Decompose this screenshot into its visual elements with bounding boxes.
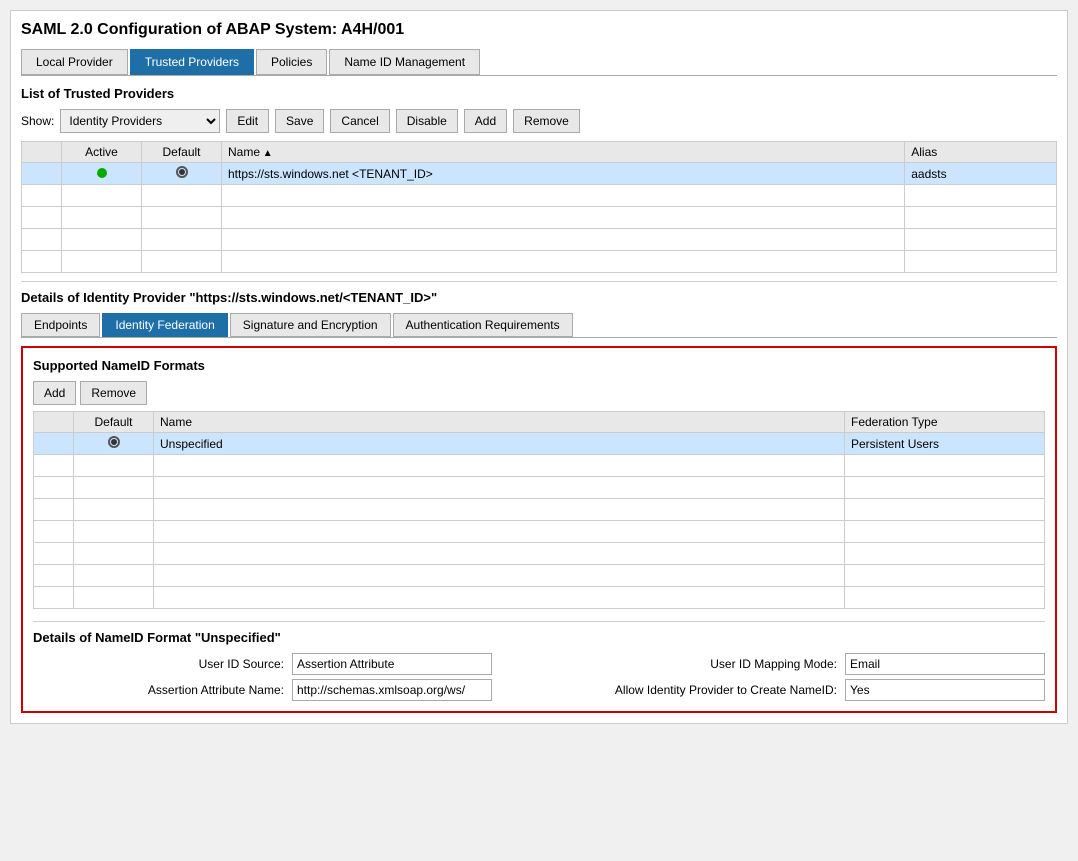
tab-authentication-requirements[interactable]: Authentication Requirements [393, 313, 573, 337]
remove-button[interactable]: Remove [513, 109, 580, 133]
th-default: Default [142, 142, 222, 163]
tab-name-id-management[interactable]: Name ID Management [329, 49, 480, 75]
table-row-empty-4 [22, 251, 1057, 273]
page-title: SAML 2.0 Configuration of ABAP System: A… [21, 21, 1057, 39]
nameid-add-button[interactable]: Add [33, 381, 76, 405]
trusted-providers-table: Active Default Name Alias https://sts.wi… [21, 141, 1057, 273]
nameid-default-radio [108, 436, 120, 448]
default-radio [176, 166, 188, 178]
th-active: Active [62, 142, 142, 163]
add-button[interactable]: Add [464, 109, 507, 133]
tab-endpoints[interactable]: Endpoints [21, 313, 100, 337]
user-id-mapping-mode-label: User ID Mapping Mode: [500, 657, 837, 671]
assertion-attribute-name-label: Assertion Attribute Name: [33, 683, 284, 697]
user-id-mapping-mode-input[interactable] [845, 653, 1045, 675]
allow-create-label: Allow Identity Provider to Create NameID… [500, 683, 837, 697]
trusted-providers-toolbar: Show: Identity Providers Edit Save Cance… [21, 109, 1057, 133]
row-selector [22, 163, 62, 185]
nth-federation-type: Federation Type [845, 412, 1045, 433]
nth-default: Default [74, 412, 154, 433]
nameid-empty-7 [34, 587, 1045, 609]
identity-provider-detail-title: Details of Identity Provider "https://st… [21, 290, 1057, 305]
row-alias: aadsts [905, 163, 1057, 185]
cancel-button[interactable]: Cancel [330, 109, 389, 133]
top-tab-bar: Local Provider Trusted Providers Policie… [21, 49, 1057, 76]
nameid-row-name: Unspecified [154, 433, 845, 455]
row-name: https://sts.windows.net <TENANT_ID> [222, 163, 905, 185]
nameid-row-federation-type: Persistent Users [845, 433, 1045, 455]
table-row[interactable]: https://sts.windows.net <TENANT_ID> aads… [22, 163, 1057, 185]
row-active [62, 163, 142, 185]
tab-trusted-providers[interactable]: Trusted Providers [130, 49, 254, 75]
active-dot [97, 168, 107, 178]
nameid-format-form: User ID Source: User ID Mapping Mode: As… [33, 653, 1045, 701]
table-row-empty-3 [22, 229, 1057, 251]
nameid-table: Default Name Federation Type Unspecified… [33, 411, 1045, 609]
detail-tab-bar: Endpoints Identity Federation Signature … [21, 313, 1057, 338]
nameid-toolbar: Add Remove [33, 381, 1045, 405]
nameid-empty-6 [34, 565, 1045, 587]
save-button[interactable]: Save [275, 109, 324, 133]
trusted-providers-section: List of Trusted Providers Show: Identity… [21, 86, 1057, 273]
assertion-attribute-name-input[interactable] [292, 679, 492, 701]
identity-provider-detail: Details of Identity Provider "https://st… [21, 290, 1057, 713]
table-row-empty-2 [22, 207, 1057, 229]
table-row-empty-1 [22, 185, 1057, 207]
nameid-row-selector [34, 433, 74, 455]
disable-button[interactable]: Disable [396, 109, 458, 133]
show-label: Show: [21, 114, 54, 128]
tab-local-provider[interactable]: Local Provider [21, 49, 128, 75]
trusted-providers-title: List of Trusted Providers [21, 86, 1057, 101]
show-dropdown[interactable]: Identity Providers [60, 109, 220, 133]
nameid-empty-4 [34, 521, 1045, 543]
nameid-section-title: Supported NameID Formats [33, 358, 1045, 373]
nameid-table-row[interactable]: Unspecified Persistent Users [34, 433, 1045, 455]
nameid-empty-2 [34, 477, 1045, 499]
tab-signature-encryption[interactable]: Signature and Encryption [230, 313, 391, 337]
nameid-empty-5 [34, 543, 1045, 565]
nth-selector [34, 412, 74, 433]
th-alias: Alias [905, 142, 1057, 163]
edit-button[interactable]: Edit [226, 109, 269, 133]
user-id-source-label: User ID Source: [33, 657, 284, 671]
tab-policies[interactable]: Policies [256, 49, 327, 75]
tab-identity-federation[interactable]: Identity Federation [102, 313, 227, 337]
nth-name: Name [154, 412, 845, 433]
nameid-remove-button[interactable]: Remove [80, 381, 147, 405]
allow-create-input[interactable] [845, 679, 1045, 701]
nameid-row-default [74, 433, 154, 455]
nameid-section: Supported NameID Formats Add Remove Defa… [21, 346, 1057, 713]
nameid-format-detail-title: Details of NameID Format "Unspecified" [33, 630, 1045, 645]
nameid-empty-1 [34, 455, 1045, 477]
th-selector [22, 142, 62, 163]
th-name: Name [222, 142, 905, 163]
nameid-table-wrap: Default Name Federation Type Unspecified… [33, 411, 1045, 609]
user-id-source-input[interactable] [292, 653, 492, 675]
nameid-format-detail: Details of NameID Format "Unspecified" U… [33, 621, 1045, 701]
nameid-empty-3 [34, 499, 1045, 521]
row-default [142, 163, 222, 185]
